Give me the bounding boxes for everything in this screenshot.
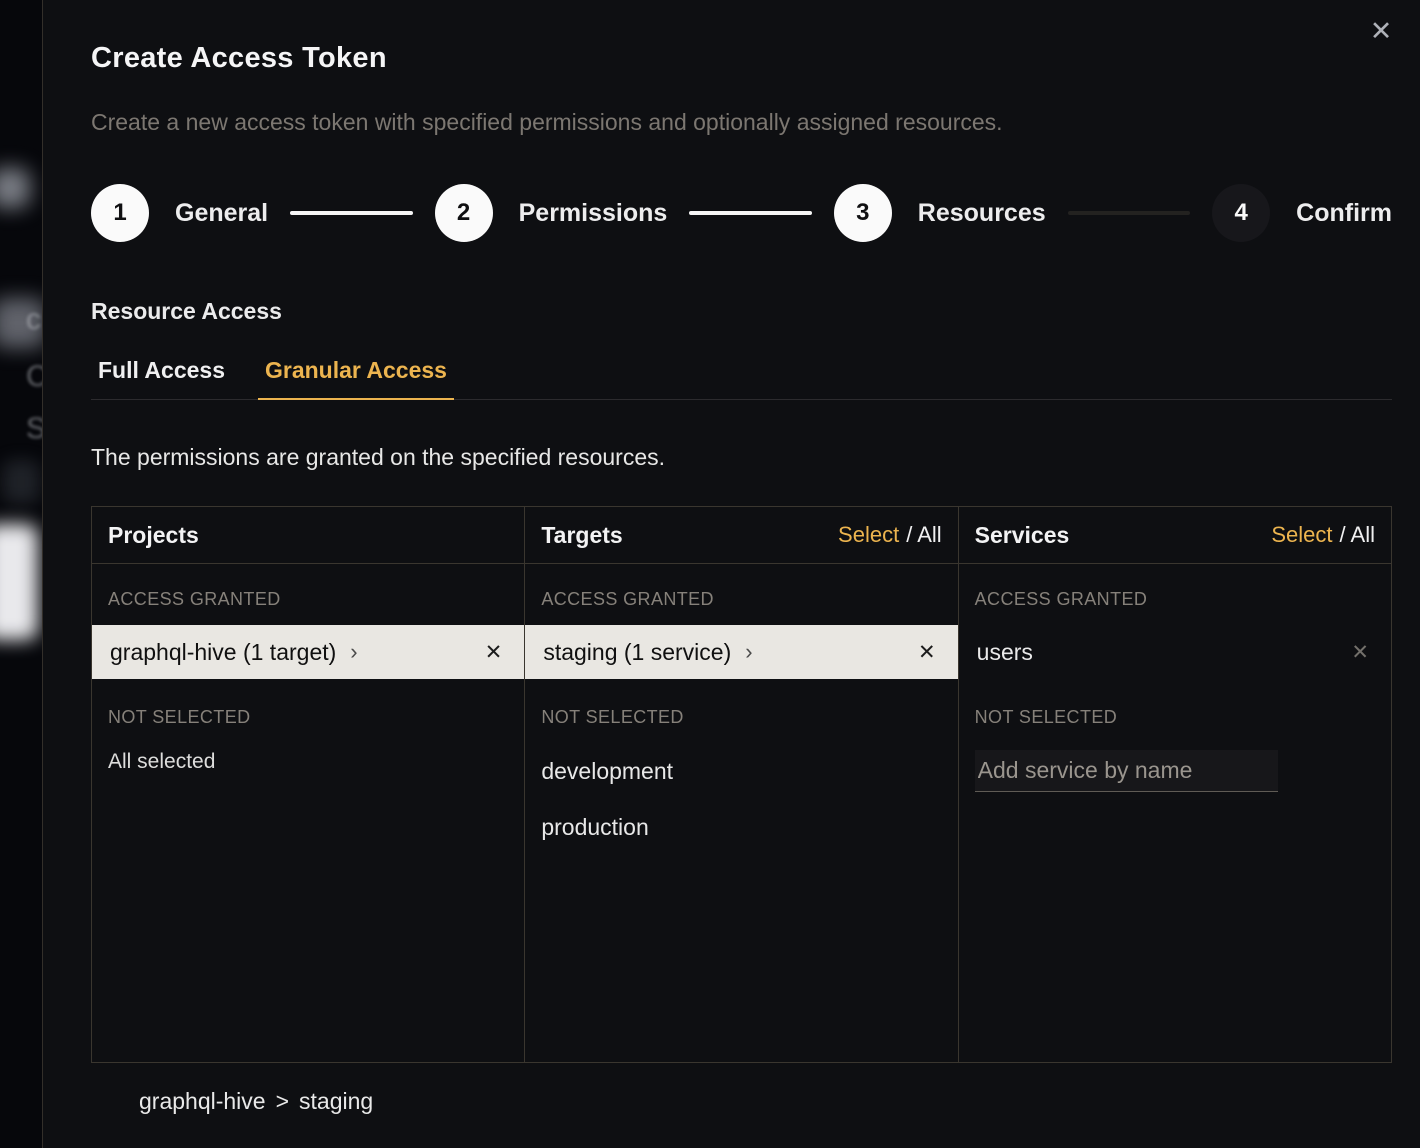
all-link[interactable]: / All [906, 522, 941, 548]
target-option-production[interactable]: production [525, 799, 957, 855]
step-label: Resources [918, 199, 1046, 228]
tab-granular-access[interactable]: Granular Access [258, 357, 454, 400]
step-permissions[interactable]: 2 Permissions [435, 184, 668, 242]
column-title: Projects [108, 522, 199, 549]
granted-service-row[interactable]: users ✕ [959, 625, 1391, 679]
modal-subtitle: Create a new access token with specified… [91, 109, 1392, 136]
step-connector [290, 211, 413, 215]
targets-column: Targets Select / All ACCESS GRANTED stag… [524, 507, 957, 1062]
column-title: Targets [541, 522, 622, 549]
access-granted-label: ACCESS GRANTED [92, 589, 524, 610]
granted-target-label: staging (1 service) [543, 639, 731, 666]
not-selected-label: NOT SELECTED [92, 707, 524, 728]
background-ghost-text: c [26, 303, 41, 337]
granted-project-label: graphql-hive (1 target) [110, 639, 336, 666]
breadcrumb-project: graphql-hive [139, 1088, 266, 1115]
wizard-stepper: 1 General 2 Permissions 3 Resources 4 Co… [91, 184, 1392, 242]
background-ghost-text: S [26, 412, 42, 446]
background-blur-blob [0, 168, 30, 208]
remove-service-icon[interactable]: ✕ [1347, 638, 1373, 667]
close-icon[interactable]: ✕ [1364, 14, 1398, 48]
step-general[interactable]: 1 General [91, 184, 268, 242]
step-label: Permissions [519, 199, 668, 228]
column-title: Services [975, 522, 1070, 549]
breadcrumb-target: staging [299, 1088, 373, 1115]
chevron-right-icon: › [745, 641, 752, 663]
targets-select-all[interactable]: Select / All [838, 522, 942, 548]
tab-full-access[interactable]: Full Access [91, 357, 232, 400]
step-resources[interactable]: 3 Resources [834, 184, 1046, 242]
step-number-badge: 3 [834, 184, 892, 242]
resource-access-heading: Resource Access [91, 298, 1392, 325]
step-confirm[interactable]: 4 Confirm [1212, 184, 1392, 242]
targets-column-header: Targets Select / All [525, 507, 957, 564]
background-blur-blob [0, 524, 38, 640]
granted-target-row[interactable]: staging (1 service) › ✕ [525, 625, 957, 679]
granted-service-label: users [977, 639, 1033, 666]
select-link[interactable]: Select [1271, 522, 1332, 548]
projects-column: Projects ACCESS GRANTED graphql-hive (1 … [92, 507, 524, 1062]
background-blur-blob [2, 460, 40, 504]
page-backdrop: c C S [0, 0, 42, 1148]
add-service-input[interactable] [975, 750, 1278, 792]
step-label: Confirm [1296, 199, 1392, 228]
access-granted-label: ACCESS GRANTED [959, 589, 1391, 610]
step-label: General [175, 199, 268, 228]
granted-project-row[interactable]: graphql-hive (1 target) › ✕ [92, 625, 524, 679]
step-connector [1068, 211, 1191, 215]
breadcrumb-separator-icon: > [276, 1088, 289, 1115]
not-selected-label: NOT SELECTED [525, 707, 957, 728]
step-number-badge: 2 [435, 184, 493, 242]
not-selected-label: NOT SELECTED [959, 707, 1391, 728]
all-selected-text: All selected [92, 750, 524, 774]
breadcrumb: graphql-hive > staging [91, 1088, 1392, 1115]
services-column-header: Services Select / All [959, 507, 1391, 564]
create-access-token-modal: ✕ Create Access Token Create a new acces… [42, 0, 1420, 1148]
permissions-description: The permissions are granted on the speci… [91, 444, 1392, 471]
step-number-badge: 1 [91, 184, 149, 242]
resource-picker-table: Projects ACCESS GRANTED graphql-hive (1 … [91, 506, 1392, 1063]
select-link[interactable]: Select [838, 522, 899, 548]
remove-target-icon[interactable]: ✕ [914, 638, 940, 667]
remove-project-icon[interactable]: ✕ [481, 638, 507, 667]
projects-column-header: Projects [92, 507, 524, 564]
all-link[interactable]: / All [1340, 522, 1375, 548]
services-select-all[interactable]: Select / All [1271, 522, 1375, 548]
access-granted-label: ACCESS GRANTED [525, 589, 957, 610]
step-connector [689, 211, 812, 215]
access-tabs: Full Access Granular Access [91, 357, 1392, 400]
services-column: Services Select / All ACCESS GRANTED use… [958, 507, 1391, 1062]
target-option-development[interactable]: development [525, 743, 957, 799]
background-ghost-text: C [26, 360, 42, 394]
step-number-badge: 4 [1212, 184, 1270, 242]
chevron-right-icon: › [350, 641, 357, 663]
page-title: Create Access Token [91, 42, 1392, 75]
